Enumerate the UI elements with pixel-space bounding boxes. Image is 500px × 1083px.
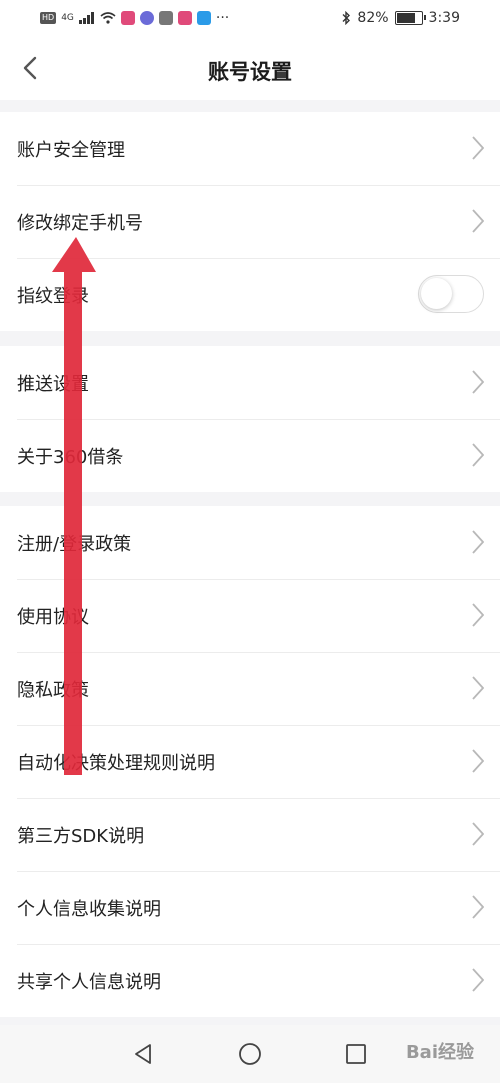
music-app-icon [139,11,154,25]
list-item-label: 推送设置 [17,373,89,395]
change-phone-item[interactable]: 修改绑定手机号 [0,185,500,258]
list-item-label: 自动化决策处理规则说明 [17,752,215,774]
chevron-right-icon [472,603,484,627]
list-item-label: 指纹登录 [17,285,89,307]
automated-decision-item[interactable]: 自动化决策处理规则说明 [0,725,500,798]
chevron-right-icon [472,895,484,919]
chevron-right-icon [472,136,484,160]
system-home-button[interactable] [237,1041,263,1067]
list-item-label: 共享个人信息说明 [17,971,161,993]
terms-of-use-item[interactable]: 使用协议 [0,579,500,652]
system-recents-button[interactable] [343,1041,369,1067]
third-party-sdk-item[interactable]: 第三方SDK说明 [0,798,500,871]
system-back-button[interactable] [130,1041,156,1067]
register-policy-item[interactable]: 注册/登录政策 [0,506,500,579]
battery-percent: 82% [357,10,389,26]
account-security-item[interactable]: 账户安全管理 [0,112,500,185]
about-item[interactable]: 关于360借条 [0,419,500,492]
signal-icon [78,12,94,24]
search-app-icon [196,11,211,25]
hd-badge: HD [40,12,57,24]
header: 账号设置 [0,38,500,100]
chevron-right-icon [472,530,484,554]
list-item-label: 个人信息收集说明 [17,898,161,920]
chevron-right-icon [472,676,484,700]
network-type: 4G [61,13,74,23]
chevron-right-icon [472,822,484,846]
settings-group-policies: 注册/登录政策 使用协议 隐私政策 自动化决策处理规则说明 第三方SDK说明 个… [0,506,500,1017]
settings-group-general: 推送设置 关于360借条 [0,346,500,492]
settings-group-account: 账户安全管理 修改绑定手机号 指纹登录 [0,112,500,331]
clock: 3:39 [428,10,460,26]
list-item-label: 使用协议 [17,606,89,628]
chevron-right-icon [472,209,484,233]
chevron-right-icon [472,968,484,992]
list-item-label: 隐私政策 [17,679,89,701]
chevron-right-icon [472,443,484,467]
circle-home-icon [239,1043,261,1065]
list-item-label: 关于360借条 [17,446,124,468]
app-notification-icon [177,11,192,25]
list-item-label: 第三方SDK说明 [17,825,145,847]
chevron-right-icon [472,370,484,394]
watermark: Bai经验 [405,1042,474,1063]
list-item-label: 账户安全管理 [17,139,125,161]
app-notification-icon [158,11,173,25]
list-item-label: 修改绑定手机号 [17,212,143,234]
privacy-policy-item[interactable]: 隐私政策 [0,652,500,725]
app-notification-icon [120,11,135,25]
fingerprint-login-toggle[interactable] [418,275,484,313]
wifi-icon [100,12,116,24]
shared-personal-info-item[interactable]: 共享个人信息说明 [0,944,500,1017]
fingerprint-login-item: 指纹登录 [0,258,500,331]
battery-icon [394,11,426,25]
status-bar: HD 4G ··· 82% 3:39 [0,0,500,38]
chevron-right-icon [472,749,484,773]
square-recents-icon [346,1044,366,1064]
toggle-knob [421,278,452,309]
more-notifications: ··· [215,10,230,26]
bluetooth-icon [342,11,351,25]
list-item-label: 注册/登录政策 [17,533,132,555]
triangle-back-icon [135,1044,151,1064]
push-settings-item[interactable]: 推送设置 [0,346,500,419]
personal-info-collection-item[interactable]: 个人信息收集说明 [0,871,500,944]
page-title: 账号设置 [208,60,292,84]
